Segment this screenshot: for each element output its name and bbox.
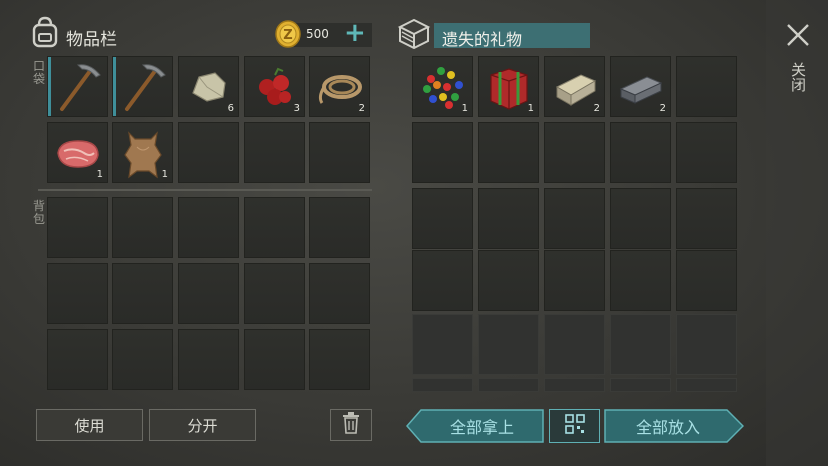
item-count: 1 <box>527 103 534 114</box>
gift-slot[interactable] <box>412 188 473 249</box>
item-count: 2 <box>358 103 365 114</box>
gift-slot[interactable] <box>412 250 473 311</box>
pocket-label: 口袋 <box>33 59 46 86</box>
inventory-title: 物品栏 <box>66 30 117 50</box>
item-count: 2 <box>659 103 666 114</box>
backpack-slot[interactable] <box>47 329 108 390</box>
gift-slot[interactable] <box>676 188 737 249</box>
coin-icon: Z <box>274 19 302 49</box>
backpack-slot[interactable] <box>309 197 370 258</box>
pocket-slot-9[interactable] <box>244 122 305 183</box>
backpack-slot[interactable] <box>112 329 173 390</box>
backpack-label: 背包 <box>33 199 46 226</box>
gift-slot[interactable] <box>544 188 605 249</box>
locked-slot <box>676 378 737 392</box>
item-count: 2 <box>593 103 600 114</box>
backpack-slot[interactable] <box>178 197 239 258</box>
gift-slot[interactable] <box>676 122 737 183</box>
container-icon <box>397 17 431 50</box>
gift-slot[interactable] <box>610 188 671 249</box>
locked-slot <box>412 378 473 392</box>
backpack-slot[interactable] <box>244 263 305 324</box>
gift-slot-4[interactable]: 2 <box>610 56 671 117</box>
backpack-slot[interactable] <box>47 197 108 258</box>
locked-slot <box>676 314 737 375</box>
sort-button[interactable] <box>549 409 600 443</box>
svg-text:Z: Z <box>283 28 292 43</box>
pocket-slot-1[interactable] <box>47 56 108 117</box>
backpack-icon <box>30 16 60 48</box>
backpack-slot[interactable] <box>112 263 173 324</box>
pocket-slot-4[interactable]: 3 <box>244 56 305 117</box>
backpack-slot[interactable] <box>178 329 239 390</box>
trash-button[interactable] <box>330 409 372 441</box>
item-count: 3 <box>293 103 300 114</box>
locked-slot <box>544 378 605 392</box>
locked-slot <box>544 314 605 375</box>
pocket-slot-8[interactable] <box>178 122 239 183</box>
close-icon <box>785 24 811 52</box>
close-label[interactable]: 关闭 <box>789 62 807 92</box>
backpack-slot[interactable] <box>244 329 305 390</box>
pocket-slot-5[interactable]: 2 <box>309 56 370 117</box>
item-count: 6 <box>227 103 234 114</box>
put-all-label: 全部放入 <box>635 418 700 437</box>
gift-slot[interactable] <box>478 188 539 249</box>
locked-slot <box>412 314 473 375</box>
split-button[interactable]: 分开 <box>149 409 256 441</box>
take-all-label: 全部拿上 <box>449 418 514 437</box>
backpack-slot[interactable] <box>112 197 173 258</box>
put-all-button[interactable]: 全部放入 <box>604 409 744 443</box>
gift-slot[interactable] <box>478 122 539 183</box>
pocket-slot-7[interactable]: 1 <box>112 122 173 183</box>
gift-slot[interactable] <box>544 122 605 183</box>
gift-slot-3[interactable]: 2 <box>544 56 605 117</box>
section-divider <box>38 189 372 191</box>
close-button[interactable] <box>785 22 811 48</box>
gift-slot-2[interactable]: 1 <box>478 56 539 117</box>
coin-count: 500 <box>306 27 329 41</box>
backpack-slot[interactable] <box>47 263 108 324</box>
gift-slot[interactable] <box>610 122 671 183</box>
item-count: 1 <box>96 169 103 180</box>
gift-slot[interactable] <box>544 250 605 311</box>
gift-slot[interactable] <box>610 250 671 311</box>
backpack-slot[interactable] <box>309 263 370 324</box>
locked-slot <box>610 378 671 392</box>
gift-slot-5[interactable] <box>676 56 737 117</box>
add-coins-button[interactable]: + <box>344 18 366 48</box>
item-count: 1 <box>161 169 168 180</box>
pickaxe-icon <box>113 57 174 118</box>
pocket-slot-2[interactable] <box>112 56 173 117</box>
grid-sort-icon <box>564 414 585 438</box>
locked-slot <box>610 314 671 375</box>
pickaxe-icon <box>48 57 109 118</box>
locked-slot <box>478 378 539 392</box>
trash-icon <box>342 412 360 438</box>
pocket-slot-10[interactable] <box>309 122 370 183</box>
backpack-slot[interactable] <box>178 263 239 324</box>
use-button[interactable]: 使用 <box>36 409 143 441</box>
gift-slot[interactable] <box>676 250 737 311</box>
take-all-button[interactable]: 全部拿上 <box>406 409 544 443</box>
backpack-slot[interactable] <box>244 197 305 258</box>
gift-slot[interactable] <box>412 122 473 183</box>
gift-slot-1[interactable]: 1 <box>412 56 473 117</box>
locked-slot <box>478 314 539 375</box>
pocket-slot-6[interactable]: 1 <box>47 122 108 183</box>
item-count: 1 <box>461 103 468 114</box>
gift-title: 遗失的礼物 <box>442 30 523 49</box>
gift-slot[interactable] <box>478 250 539 311</box>
backpack-slot[interactable] <box>309 329 370 390</box>
pocket-slot-3[interactable]: 6 <box>178 56 239 117</box>
